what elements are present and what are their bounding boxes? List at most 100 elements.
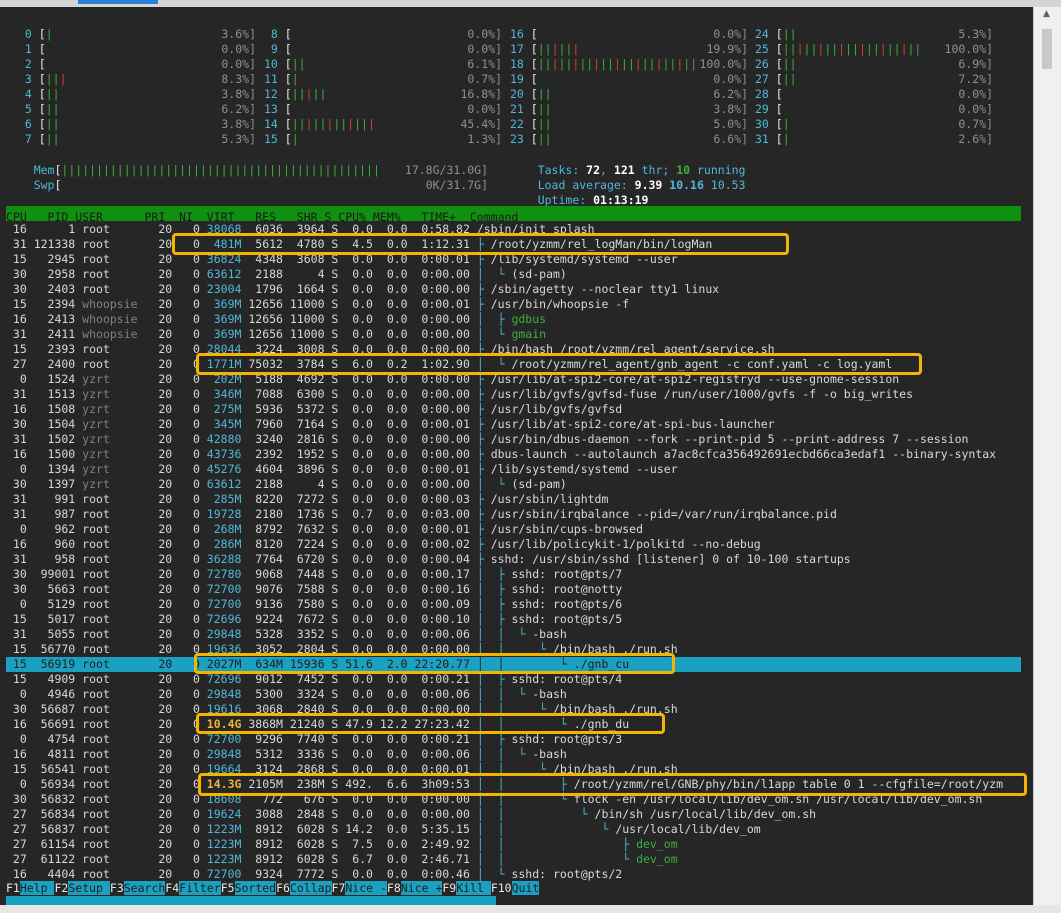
cpu-meter-7: 7 [|| 5.3%] xyxy=(18,132,256,146)
process-command: (sd-pam) xyxy=(511,267,567,281)
uptime-line: Uptime: 01:13:19 xyxy=(537,193,649,207)
table-row[interactable]: 16 1500 yzrt 20 0 43736 2392 1952 S 0.0 … xyxy=(6,447,1021,462)
table-row[interactable]: 0 1394 yzrt 20 0 45276 4604 3896 S 0.0 0… xyxy=(6,462,1021,477)
process-command: gmain xyxy=(511,327,547,341)
fkey-label[interactable]: Filter xyxy=(179,881,221,895)
table-row[interactable]: 31 2411 whoopsie 20 0 369M 12656 11000 S… xyxy=(6,327,1021,342)
cpu-meter-2: 2 [0.0%] xyxy=(18,57,256,71)
cpu-meter-3: 3 [||| 8.3%] xyxy=(18,72,256,86)
fkey-label[interactable]: Kill xyxy=(456,881,491,895)
cpu-meter-label: 7 xyxy=(18,132,39,146)
table-row[interactable]: 27 61154 root 20 0 1223M 8912 6028 S 7.5… xyxy=(6,837,1021,852)
table-row[interactable]: 15 5017 root 20 0 72696 9224 7672 S 0.0 … xyxy=(6,612,1021,627)
process-command: /usr/lib/gvfs/gvfsd-fuse /run/user/1000/… xyxy=(490,387,914,401)
cpu-meter-percent: 5.0%] xyxy=(713,117,748,131)
cpu-meter-label: 22 xyxy=(510,117,531,131)
fkey-label[interactable]: Nice + xyxy=(400,881,443,895)
process-command: dev_om xyxy=(636,837,678,851)
fkey-label[interactable]: Nice - xyxy=(345,881,387,895)
fkey-label[interactable]: Quit xyxy=(511,881,540,895)
cpu-meter-13: 13 [0.0%] xyxy=(264,102,502,116)
table-row[interactable]: 30 5663 root 20 0 72700 9076 7588 S 0.0 … xyxy=(6,582,1021,597)
fkey-f1: F1 xyxy=(6,881,20,895)
cpu-meter-label: 31 xyxy=(755,132,776,146)
cpu-meter-percent: 0.7%] xyxy=(958,117,993,131)
table-row[interactable]: 15 4909 root 20 0 72696 9012 7452 S 0.0 … xyxy=(6,672,1021,687)
table-row[interactable]: 31 1513 yzrt 20 0 346M 7088 6300 S 0.0 0… xyxy=(6,387,1021,402)
horizontal-scrollbar[interactable] xyxy=(0,905,1061,913)
process-command: /sbin/agetty --noclear tty1 linux xyxy=(490,282,720,296)
vertical-scrollbar[interactable]: ▲ xyxy=(1033,7,1061,905)
cpu-meter-percent: 0.0%] xyxy=(221,42,256,56)
cpu-meter-percent: 19.9%] xyxy=(706,42,748,56)
cpu-meter-percent: 0.0%] xyxy=(958,102,993,116)
table-row[interactable]: 0 962 root 20 0 268M 8792 7632 S 0.0 0.0… xyxy=(6,522,1021,537)
fkey-f9: F9 xyxy=(442,881,457,895)
fkey-label[interactable]: Collap xyxy=(289,881,332,895)
process-command: -bash xyxy=(532,687,567,701)
process-command: /usr/bin/dbus-daemon --fork --print-pid … xyxy=(490,432,969,446)
table-row[interactable]: 30 99001 root 20 0 72780 9068 7448 S 0.0… xyxy=(6,567,1021,582)
cpu-meter-percent: 0.0%] xyxy=(713,72,748,86)
fkey-label[interactable]: Search xyxy=(123,881,166,895)
cpu-meter-percent: 3.8%] xyxy=(713,102,748,116)
table-row[interactable]: 30 1397 yzrt 20 0 63612 2188 4 S 0.0 0.0… xyxy=(6,477,1021,492)
fkey-label[interactable]: Setup xyxy=(68,881,110,895)
process-command: -bash xyxy=(532,747,567,761)
table-row[interactable]: 31 991 root 20 0 285M 8220 7272 S 0.0 0.… xyxy=(6,492,1021,507)
table-row[interactable]: 0 4946 root 20 0 29848 5300 3324 S 0.0 0… xyxy=(6,687,1021,702)
cpu-meter-16: 16 [0.0%] xyxy=(510,27,748,41)
cpu-meter-label: 4 xyxy=(18,87,39,101)
table-row[interactable]: 0 5129 root 20 0 72700 9136 7580 S 0.0 0… xyxy=(6,597,1021,612)
fkey-f6: F6 xyxy=(276,881,290,895)
cpu-meter-label: 30 xyxy=(755,117,776,131)
cpu-meter-percent: 2.6%] xyxy=(958,132,993,146)
fkey-label[interactable]: Help xyxy=(19,881,55,895)
cpu-meter-label: 15 xyxy=(264,132,285,146)
table-row[interactable]: 27 61122 root 20 0 1223M 8912 6028 S 6.7… xyxy=(6,852,1021,867)
fkey-label[interactable]: Sorted xyxy=(234,881,277,895)
cpu-meter-percent: 0.0%] xyxy=(958,87,993,101)
process-command: sshd: root@pts/5 xyxy=(511,612,623,626)
table-row[interactable]: 27 56837 root 20 0 1223M 8912 6028 S 14.… xyxy=(6,822,1021,837)
cpu-meter-28: 28 [0.0%] xyxy=(755,87,993,101)
cpu-meter-percent: 0.0%] xyxy=(221,57,256,71)
fkey-f4: F4 xyxy=(165,881,180,895)
table-row[interactable]: 27 56834 root 20 0 19624 3088 2848 S 0.0… xyxy=(6,807,1021,822)
table-row[interactable]: 31 1502 yzrt 20 0 42880 3240 2816 S 0.0 … xyxy=(6,432,1021,447)
cpu-meter-label: 12 xyxy=(264,87,285,101)
process-command: dbus-launch --autolaunch a7ac8cfca356492… xyxy=(490,447,997,461)
highlight-gnb-cu xyxy=(194,653,675,674)
table-row[interactable]: 16 2413 whoopsie 20 0 369M 12656 11000 S… xyxy=(6,312,1021,327)
process-command: -bash xyxy=(532,627,567,641)
table-row[interactable]: 31 5055 root 20 0 29848 5328 3352 S 0.0 … xyxy=(6,627,1021,642)
process-table-header[interactable]: CPU PID USER PRI NI VIRT RES SHR S CPU% … xyxy=(6,206,1021,224)
table-row[interactable]: 31 958 root 20 0 36288 7764 6720 S 0.0 0… xyxy=(6,552,1021,567)
process-command: /usr/lib/at-spi2-core/at-spi-bus-launche… xyxy=(490,417,775,431)
table-row[interactable]: 16 960 root 20 0 286M 8120 7224 S 0.0 0.… xyxy=(6,537,1021,552)
htop-terminal[interactable]: 0 [| 3.6%] 1 [0.0%] 2 [0.0%] 3 [||| 8.3%] … xyxy=(0,7,1033,905)
cpu-meter-27: 27 [|| 7.2%] xyxy=(755,72,993,86)
cpu-meter-percent: 8.3%] xyxy=(221,72,256,86)
process-command: /usr/lib/policykit-1/polkitd --no-debug xyxy=(490,537,761,551)
table-row[interactable]: 0 4754 root 20 0 72700 9296 7740 S 0.0 0… xyxy=(6,732,1021,747)
table-row[interactable]: 30 1504 yzrt 20 0 345M 7960 7164 S 0.0 0… xyxy=(6,417,1021,432)
table-row[interactable]: 30 2958 root 20 0 63612 2188 4 S 0.0 0.0… xyxy=(6,267,1021,282)
table-row[interactable]: 16 4404 root 20 0 72700 9324 7772 S 0.0 … xyxy=(6,867,1021,882)
table-row[interactable]: 15 2394 whoopsie 20 0 369M 12656 11000 S… xyxy=(6,297,1021,312)
cpu-meter-15: 15 [| 1.3%] xyxy=(264,132,502,146)
table-row[interactable]: 31 987 root 20 0 19728 2180 1736 S 0.7 0… xyxy=(6,507,1021,522)
scrollbar-thumb[interactable] xyxy=(1042,29,1052,69)
tasks-line: Tasks: 72, 121 thr; 10 running xyxy=(537,163,746,177)
table-row[interactable]: 30 2403 root 20 0 23004 1796 1664 S 0.0 … xyxy=(6,282,1021,297)
cpu-meter-label: 16 xyxy=(510,27,531,41)
process-command: /usr/sbin/irqbalance --pid=/var/run/irqb… xyxy=(490,507,837,521)
cpu-meter-4: 4 [|| 3.8%] xyxy=(18,87,256,101)
cpu-meter-20: 20 [|| 6.2%] xyxy=(510,87,748,101)
highlight-logman xyxy=(172,233,789,255)
table-row[interactable]: 16 4811 root 20 0 29848 5312 3336 S 0.0 … xyxy=(6,747,1021,762)
table-row[interactable]: 16 1508 yzrt 20 0 275M 5936 5372 S 0.0 0… xyxy=(6,402,1021,417)
window-top-strip xyxy=(0,0,1061,7)
cpu-meter-11: 11 [| 0.7%] xyxy=(264,72,502,86)
scroll-up-icon[interactable]: ▲ xyxy=(1043,9,1050,19)
